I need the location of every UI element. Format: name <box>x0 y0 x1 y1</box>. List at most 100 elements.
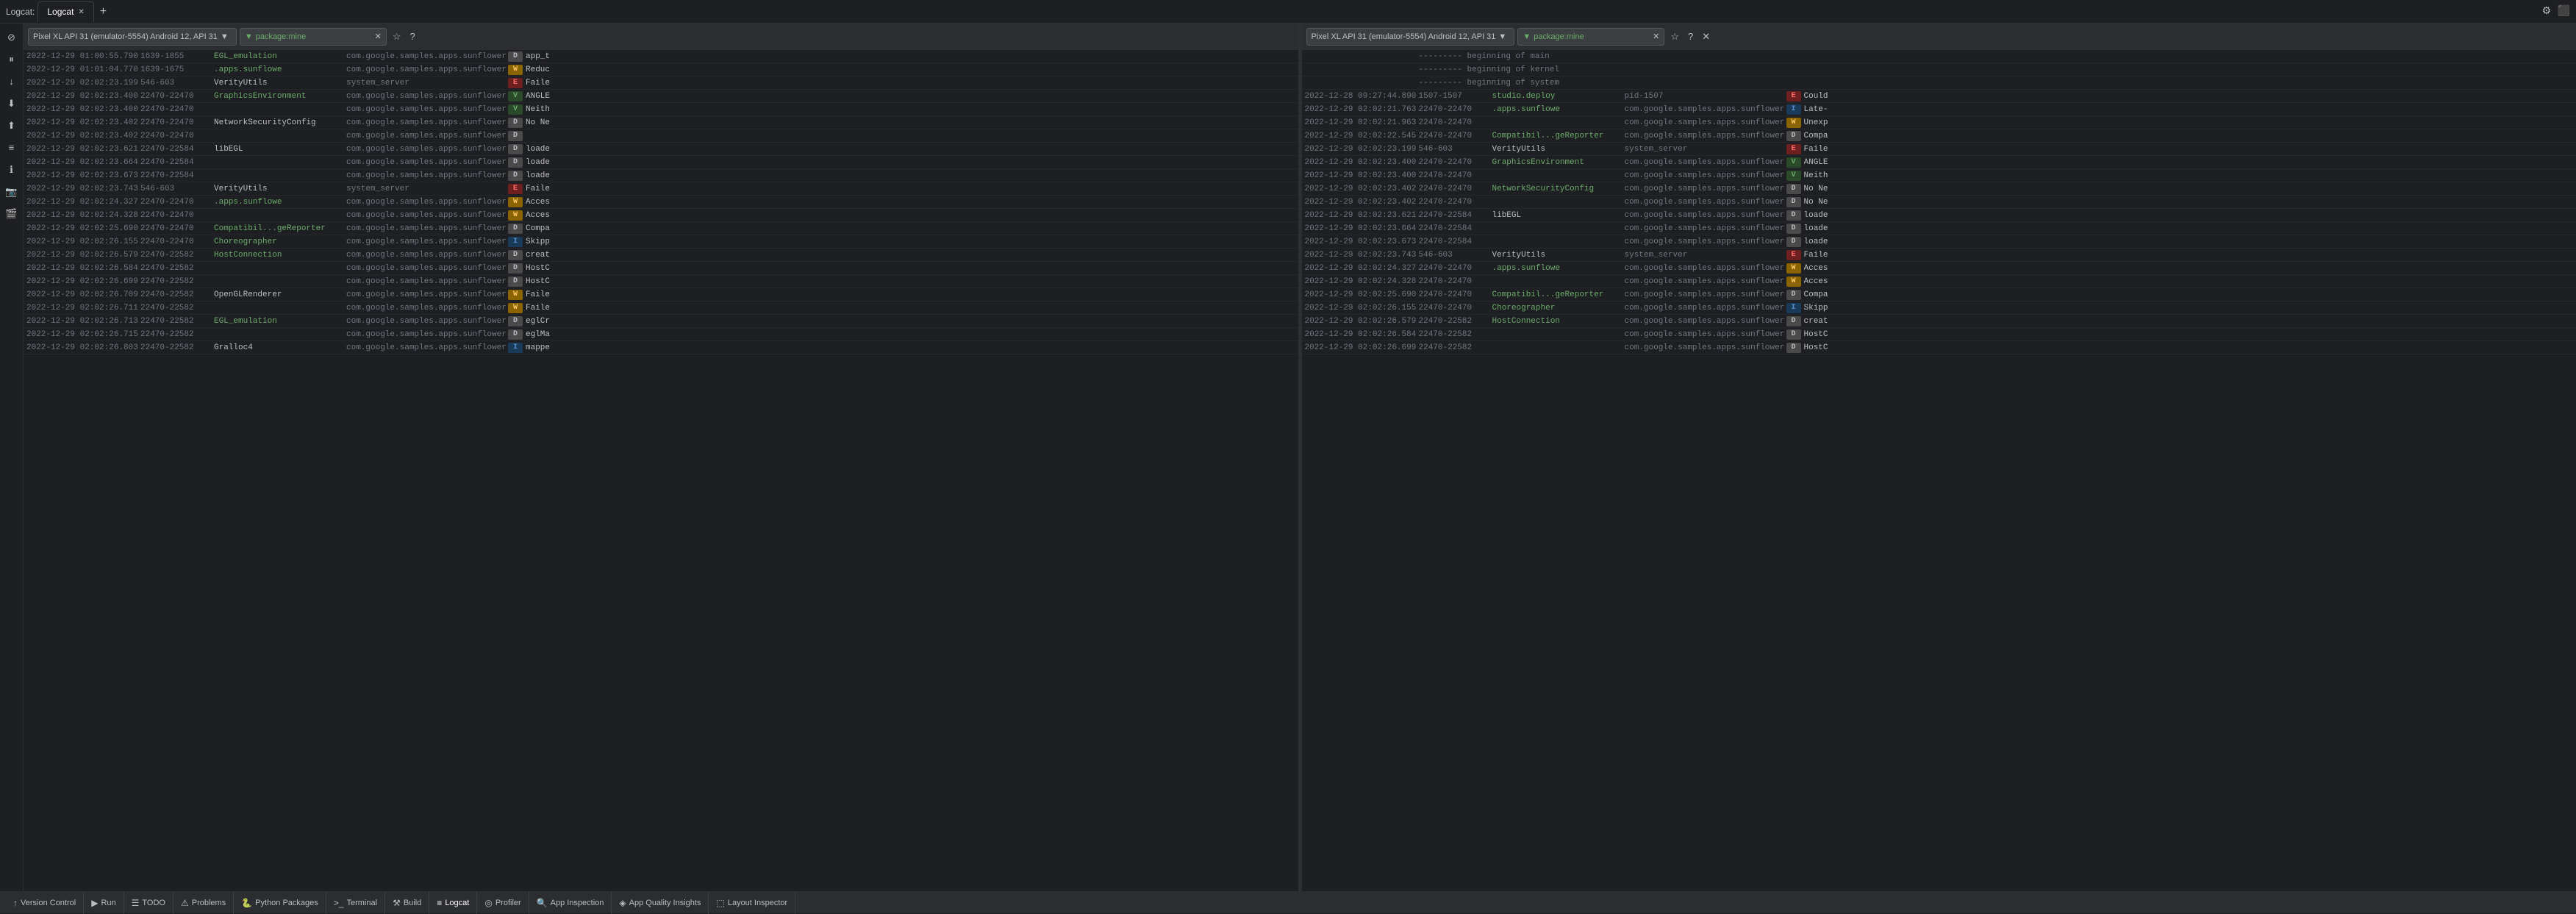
table-row[interactable]: 2022-12-29 02:02:23.621 22470-22584 libE… <box>24 143 1298 156</box>
table-row[interactable]: 2022-12-29 02:02:24.327 22470-22470 .app… <box>24 196 1298 209</box>
table-row[interactable]: 2022-12-29 02:02:23.673 22470-22584 com.… <box>24 169 1298 182</box>
table-row[interactable]: 2022-12-29 02:02:26.579 22470-22582 Host… <box>1302 315 2576 328</box>
log-pid: 22470-22470 <box>140 198 214 207</box>
log-tag: VerityUtils <box>1492 145 1625 154</box>
table-row[interactable]: 2022-12-29 02:02:26.584 22470-22582 com.… <box>1302 328 2576 341</box>
table-row[interactable]: 2022-12-29 02:02:22.545 22470-22470 Comp… <box>1302 129 2576 143</box>
right-filter-bar[interactable]: ▼ package:mine ✕ <box>1517 28 1664 46</box>
logcat-tab-close[interactable]: ✕ <box>78 8 84 16</box>
left-device-selector[interactable]: Pixel XL API 31 (emulator-5554) Android … <box>28 28 237 46</box>
add-tab-button[interactable]: + <box>96 5 111 18</box>
table-row[interactable]: 2022-12-29 02:02:21.763 22470-22470 .app… <box>1302 103 2576 116</box>
right-filter-clear[interactable]: ✕ <box>1653 32 1659 41</box>
bottom-item-layout-inspector[interactable]: ⬚Layout Inspector <box>709 892 795 914</box>
table-row[interactable]: 2022-12-29 02:02:23.400 22470-22470 Grap… <box>1302 156 2576 169</box>
bottom-item-run[interactable]: ▶Run <box>84 892 124 914</box>
log-level: E <box>1786 144 1801 154</box>
left-log-content[interactable]: 2022-12-29 01:00:55.790 1639-1855 EGL_em… <box>24 50 1298 891</box>
table-row[interactable]: 2022-12-29 02:02:26.155 22470-22470 Chor… <box>1302 301 2576 315</box>
right-device-selector[interactable]: Pixel XL API 31 (emulator-5554) Android … <box>1306 28 1515 46</box>
table-row[interactable]: 2022-12-28 09:27:44.890 1507-1507 studio… <box>1302 90 2576 103</box>
table-row[interactable]: 2022-12-29 02:02:21.963 22470-22470 com.… <box>1302 116 2576 129</box>
bottom-item-app-quality-insights[interactable]: ◈App Quality Insights <box>612 892 709 914</box>
sidebar-format-icon[interactable]: ≡ <box>2 138 21 157</box>
table-row[interactable]: 2022-12-29 02:02:26.699 22470-22582 com.… <box>24 275 1298 288</box>
table-row[interactable]: 2022-12-29 01:01:04.770 1639-1675 .apps.… <box>24 63 1298 76</box>
table-row[interactable]: 2022-12-29 02:02:23.402 22470-22470 com.… <box>1302 196 2576 209</box>
table-row[interactable]: 2022-12-29 02:02:23.743 546-603 VerityUt… <box>1302 249 2576 262</box>
sidebar-import-icon[interactable]: ⬇ <box>2 94 21 113</box>
table-row[interactable]: 2022-12-29 02:02:26.709 22470-22582 Open… <box>24 288 1298 301</box>
log-level: W <box>508 210 523 221</box>
table-row[interactable]: 2022-12-29 02:02:23.199 546-603 VerityUt… <box>24 76 1298 90</box>
sidebar-pause-icon[interactable]: ⏸ <box>2 50 21 69</box>
bottom-item-app-inspection[interactable]: 🔍App Inspection <box>529 892 612 914</box>
sidebar-video-icon[interactable]: 🎬 <box>2 204 21 224</box>
table-row[interactable]: 2022-12-29 02:02:23.400 22470-22470 com.… <box>24 103 1298 116</box>
right-close-button[interactable]: ✕ <box>1699 29 1713 44</box>
table-row[interactable]: 2022-12-29 02:02:26.711 22470-22582 com.… <box>24 301 1298 315</box>
table-row[interactable]: 2022-12-29 02:02:23.402 22470-22470 com.… <box>24 129 1298 143</box>
table-row[interactable]: 2022-12-29 02:02:23.199 546-603 VerityUt… <box>1302 143 2576 156</box>
table-row[interactable]: 2022-12-29 02:02:23.402 22470-22470 Netw… <box>1302 182 2576 196</box>
table-row[interactable]: 2022-12-29 02:02:26.699 22470-22582 com.… <box>1302 341 2576 354</box>
log-level: D <box>1786 210 1801 221</box>
table-row[interactable]: 2022-12-29 02:02:24.327 22470-22470 .app… <box>1302 262 2576 275</box>
left-logcat-panel: Pixel XL API 31 (emulator-5554) Android … <box>24 24 1299 891</box>
sidebar-info-icon[interactable]: ℹ <box>2 160 21 179</box>
bottom-item-terminal[interactable]: >_Terminal <box>326 892 385 914</box>
table-row[interactable]: 2022-12-29 02:02:23.400 22470-22470 Grap… <box>24 90 1298 103</box>
table-row[interactable]: 2022-12-29 02:02:25.690 22470-22470 Comp… <box>24 222 1298 235</box>
log-level: V <box>508 91 523 101</box>
table-row[interactable]: 2022-12-29 02:02:26.715 22470-22582 com.… <box>24 328 1298 341</box>
table-row[interactable]: 2022-12-29 02:02:24.328 22470-22470 com.… <box>24 209 1298 222</box>
log-package: com.google.samples.apps.sunflower <box>1625 198 1786 207</box>
log-level: W <box>1786 118 1801 128</box>
bottom-item-version-control[interactable]: ↑Version Control <box>6 892 84 914</box>
table-row[interactable]: 2022-12-29 02:02:26.584 22470-22582 com.… <box>24 262 1298 275</box>
left-filter-clear[interactable]: ✕ <box>375 32 382 41</box>
settings-icon[interactable]: ⚙ ⬛ <box>2542 5 2570 18</box>
right-log-content[interactable]: --------- beginning of main --------- be… <box>1302 50 2576 891</box>
sidebar-camera-icon[interactable]: 📷 <box>2 182 21 201</box>
bottom-item-build[interactable]: ⚒Build <box>385 892 429 914</box>
bottom-item-todo[interactable]: ☰TODO <box>124 892 173 914</box>
table-row[interactable]: 2022-12-29 02:02:24.328 22470-22470 com.… <box>1302 275 2576 288</box>
table-row[interactable]: 2022-12-29 02:02:23.621 22470-22584 libE… <box>1302 209 2576 222</box>
right-help-button[interactable]: ? <box>1685 29 1696 43</box>
table-row[interactable]: 2022-12-29 02:02:26.155 22470-22470 Chor… <box>24 235 1298 249</box>
table-row[interactable]: 2022-12-29 01:00:55.790 1639-1855 EGL_em… <box>24 50 1298 63</box>
left-filter-bar[interactable]: ▼ package:mine ✕ <box>240 28 387 46</box>
log-tag: GraphicsEnvironment <box>1492 158 1625 167</box>
table-row[interactable]: --------- beginning of kernel <box>1302 63 2576 76</box>
sidebar-export-icon[interactable]: ⬆ <box>2 116 21 135</box>
table-row[interactable]: 2022-12-29 02:02:23.402 22470-22470 Netw… <box>24 116 1298 129</box>
table-row[interactable]: 2022-12-29 02:02:26.713 22470-22582 EGL_… <box>24 315 1298 328</box>
table-row[interactable]: 2022-12-29 02:02:26.803 22470-22582 Gral… <box>24 341 1298 354</box>
sidebar-scroll-end-icon[interactable]: ↓ <box>2 72 21 91</box>
table-row[interactable]: 2022-12-29 02:02:23.664 22470-22584 com.… <box>1302 222 2576 235</box>
logcat-tab[interactable]: Logcat ✕ <box>37 1 93 22</box>
table-row[interactable]: 2022-12-29 02:02:23.673 22470-22584 com.… <box>1302 235 2576 249</box>
bottom-item-problems[interactable]: ⚠Problems <box>173 892 234 914</box>
table-row[interactable]: 2022-12-29 02:02:23.664 22470-22584 com.… <box>24 156 1298 169</box>
log-level: D <box>508 118 523 128</box>
bottom-item-logcat[interactable]: ≡Logcat <box>429 892 477 914</box>
table-row[interactable]: 2022-12-29 02:02:26.579 22470-22582 Host… <box>24 249 1298 262</box>
bottom-item-python-packages[interactable]: 🐍Python Packages <box>234 892 326 914</box>
left-help-button[interactable]: ? <box>407 29 418 43</box>
table-row[interactable]: 2022-12-29 02:02:23.743 546-603 VerityUt… <box>24 182 1298 196</box>
table-row[interactable]: --------- beginning of system <box>1302 76 2576 90</box>
left-star-button[interactable]: ☆ <box>390 29 404 44</box>
table-row[interactable]: 2022-12-29 02:02:25.690 22470-22470 Comp… <box>1302 288 2576 301</box>
table-row[interactable]: --------- beginning of main <box>1302 50 2576 63</box>
logcat-tab-label: Logcat <box>47 7 74 17</box>
log-package: com.google.samples.apps.sunflower <box>1625 330 1786 339</box>
run-icon: ▶ <box>91 898 98 908</box>
bottom-item-profiler[interactable]: ◎Profiler <box>477 892 529 914</box>
log-package: com.google.samples.apps.sunflower <box>346 211 508 220</box>
right-star-button[interactable]: ☆ <box>1667 29 1682 44</box>
table-row[interactable]: 2022-12-29 02:02:23.400 22470-22470 com.… <box>1302 169 2576 182</box>
bottom-bar: ↑Version Control▶Run☰TODO⚠Problems🐍Pytho… <box>0 891 2576 913</box>
sidebar-clear-icon[interactable]: ⊘ <box>2 28 21 47</box>
